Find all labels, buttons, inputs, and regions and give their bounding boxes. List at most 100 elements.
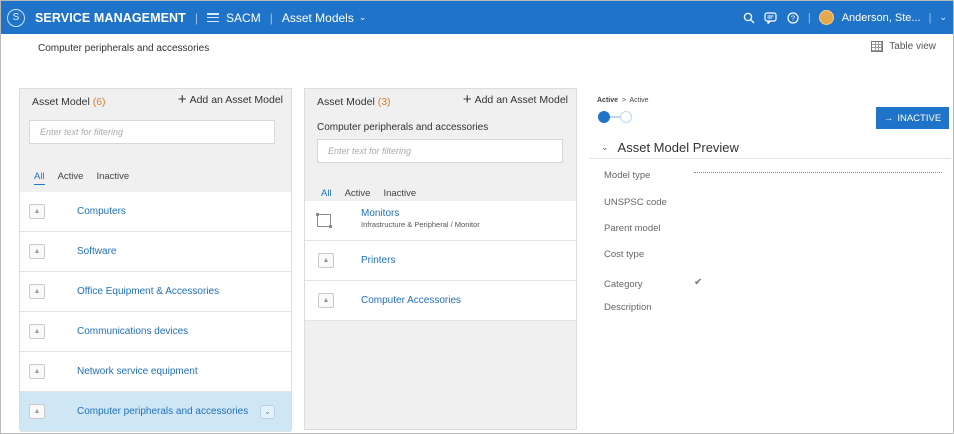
chevron-down-icon[interactable]: ⌄ [601, 142, 609, 153]
tab-inactive[interactable]: Inactive [383, 188, 416, 202]
topbar-actions: ? | Anderson, Ste... | ⌄ [742, 1, 947, 34]
tab-inactive[interactable]: Inactive [96, 171, 129, 185]
user-name[interactable]: Anderson, Ste... [842, 12, 921, 24]
list-item[interactable]: Monitors Infrastructure & Peripheral / M… [305, 201, 576, 241]
separator: | [269, 10, 273, 25]
app-logo-icon[interactable]: S [7, 8, 25, 27]
status-toggle[interactable] [598, 111, 632, 123]
table-view-button[interactable]: Table view [871, 41, 936, 52]
app-window: S SERVICE MANAGEMENT | SACM | Asset Mode… [0, 0, 954, 434]
hamburger-menu-icon[interactable] [207, 13, 220, 22]
field-label-description: Description [604, 302, 652, 313]
preview-section-header[interactable]: ⌄ Asset Model Preview [601, 140, 739, 155]
panel-title-text: Asset Model [317, 96, 375, 108]
tab-all[interactable]: All [34, 171, 45, 185]
field-label-model-type: Model type [604, 170, 651, 181]
list-item-label[interactable]: Computer peripherals and accessories [77, 406, 248, 417]
search-icon[interactable] [742, 11, 756, 25]
page-title: Computer peripherals and accessories [38, 43, 210, 54]
list-item-selected[interactable]: ▲ Computer peripherals and accessories ⌄ [20, 392, 291, 432]
plus-icon: + [177, 91, 187, 108]
list-item-label[interactable]: Computer Accessories [361, 295, 461, 306]
page-header: Computer peripherals and accessories Tab… [1, 34, 953, 64]
model-type-value-line [694, 172, 942, 173]
list-item[interactable]: ▲ Network service equipment [20, 352, 291, 392]
separator: | [928, 11, 932, 24]
asset-model-list: ▲ Computers ▲ Software ▲ Office Equipmen… [20, 192, 291, 432]
help-icon[interactable]: ? [786, 11, 800, 25]
separator: | [194, 10, 199, 25]
svg-text:?: ? [791, 13, 795, 22]
list-item-label[interactable]: Software [77, 246, 116, 257]
panel-title: Asset Model (6) [32, 96, 106, 108]
chat-icon[interactable] [764, 11, 778, 25]
image-placeholder-icon: ▲ [29, 404, 45, 419]
status-to: Active [629, 97, 649, 104]
list-item-label[interactable]: Monitors [361, 208, 399, 219]
preview-heading: Asset Model Preview [617, 140, 739, 155]
panel-header: Asset Model (6) + Add an Asset Model [20, 89, 291, 113]
list-item-label[interactable]: Computers [77, 206, 126, 217]
inactive-button[interactable]: → INACTIVE [876, 107, 949, 129]
chevron-right-icon: > [619, 97, 628, 104]
filter-tabs: All Active Inactive [321, 188, 416, 202]
add-asset-model-button[interactable]: + Add an Asset Model [463, 92, 568, 107]
inactive-button-label: INACTIVE [897, 112, 942, 124]
toggle-knob [598, 111, 610, 123]
toggle-next-state [620, 111, 632, 123]
top-navigation-bar: S SERVICE MANAGEMENT | SACM | Asset Mode… [1, 1, 953, 34]
image-placeholder-icon: ▲ [29, 364, 45, 379]
list-item[interactable]: ▲ Communications devices [20, 312, 291, 352]
list-item-path: Infrastructure & Peripheral / Monitor [361, 220, 480, 229]
list-item-label[interactable]: Communications devices [77, 326, 188, 337]
item-count: (3) [377, 96, 391, 108]
list-item[interactable]: ▲ Software [20, 232, 291, 272]
avatar[interactable] [818, 10, 834, 25]
item-count: (6) [92, 96, 106, 108]
module-link[interactable]: SACM [226, 11, 261, 25]
add-asset-model-label: Add an Asset Model [474, 94, 568, 106]
image-placeholder-icon: ▲ [29, 244, 45, 259]
add-asset-model-label: Add an Asset Model [189, 94, 283, 106]
parent-category-title: Computer peripherals and accessories [317, 122, 489, 133]
image-placeholder-icon: ▲ [318, 293, 334, 308]
field-label-parent-model: Parent model [604, 223, 661, 234]
field-label-unspsc-code: UNSPSC code [604, 197, 667, 208]
section-dropdown[interactable]: Asset Models [282, 11, 354, 25]
list-item[interactable]: ▲ Computers [20, 192, 291, 232]
filter-input[interactable]: Enter text for filtering [317, 139, 563, 163]
list-item-label[interactable]: Network service equipment [77, 366, 198, 377]
list-item-label[interactable]: Office Equipment & Accessories [77, 286, 219, 297]
filter-tabs: All Active Inactive [34, 171, 129, 185]
image-placeholder-icon: ▲ [318, 253, 334, 268]
image-placeholder-icon: ▲ [29, 324, 45, 339]
list-item-label[interactable]: Printers [361, 255, 395, 266]
field-label-cost-type: Cost type [604, 249, 645, 260]
tab-all[interactable]: All [321, 188, 332, 202]
image-placeholder-icon: ▲ [29, 284, 45, 299]
status-from: Active [597, 97, 619, 104]
checkmark-icon: ✔ [694, 277, 703, 288]
list-item[interactable]: ▲ Office Equipment & Accessories [20, 272, 291, 312]
image-placeholder-icon: ▲ [29, 204, 45, 219]
separator: | [807, 11, 811, 24]
add-asset-model-button[interactable]: + Add an Asset Model [177, 91, 283, 108]
status-breadcrumb: Active > Active [597, 97, 649, 104]
table-grid-icon [871, 41, 884, 52]
table-view-label: Table view [889, 41, 936, 52]
filter-input[interactable]: Enter text for filtering [29, 120, 275, 144]
field-label-category: Category [604, 279, 643, 290]
arrow-right-icon: → [883, 112, 894, 124]
list-item[interactable]: ▲ Computer Accessories [305, 281, 576, 321]
asset-model-list: Monitors Infrastructure & Peripheral / M… [305, 201, 576, 321]
tab-active[interactable]: Active [58, 171, 84, 185]
panel-title-text: Asset Model [32, 96, 90, 108]
chevron-down-icon[interactable]: ⌄ [260, 404, 275, 419]
divider [589, 158, 951, 159]
panel-title: Asset Model (3) [317, 96, 391, 108]
chevron-down-icon[interactable]: ⌄ [939, 12, 947, 23]
list-item[interactable]: ▲ Printers [305, 241, 576, 281]
tab-active[interactable]: Active [345, 188, 371, 202]
chevron-down-icon[interactable]: ⌄ [359, 12, 367, 23]
app-title: SERVICE MANAGEMENT [35, 10, 186, 25]
